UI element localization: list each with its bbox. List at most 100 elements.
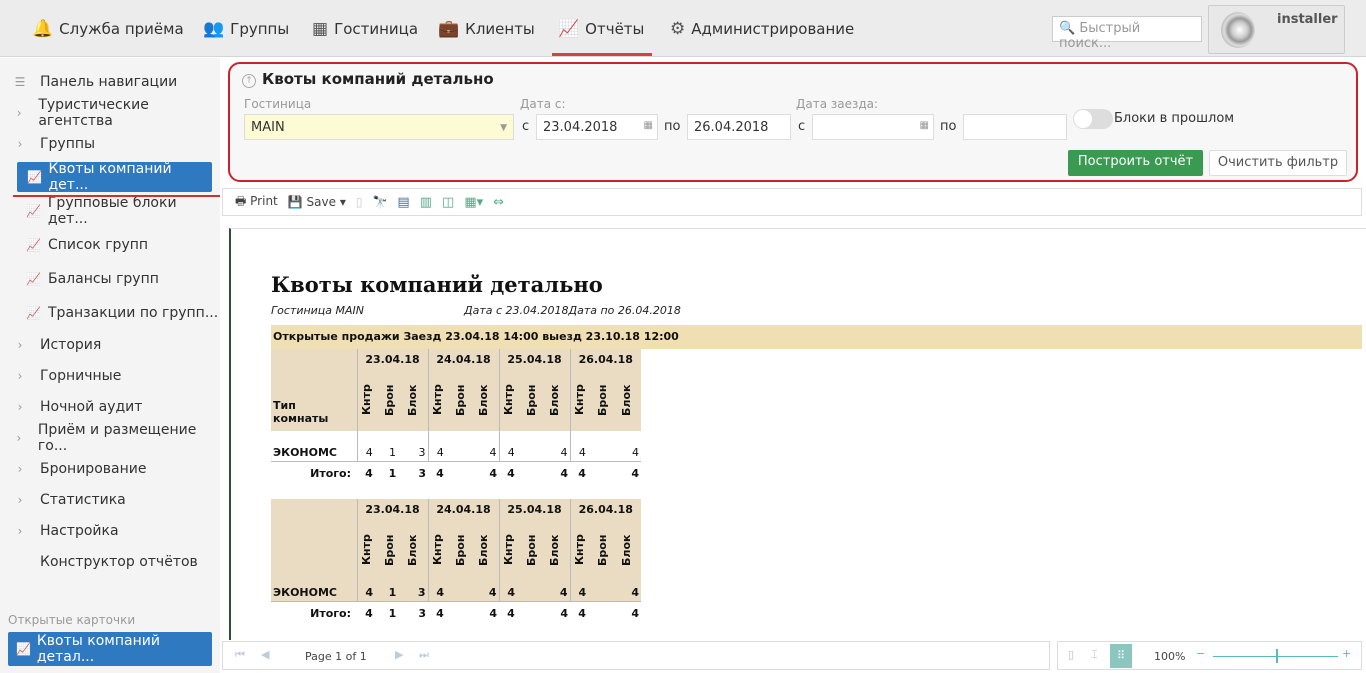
single-page-icon[interactable]: ▤	[397, 195, 409, 210]
sub-col-header: Кнтр	[427, 369, 452, 431]
sub-col-header: Блок	[475, 369, 499, 431]
zoom-in-icon[interactable]: +	[1342, 647, 1351, 660]
sub-col-header: Кнтр	[356, 369, 381, 431]
sidebar-item[interactable]: › Бронирование	[0, 454, 220, 484]
sidebar-item[interactable]: › Настройка	[0, 516, 220, 546]
chevron-right-icon: ›	[17, 369, 23, 383]
clear-filter-button[interactable]: Очистить фильтр	[1209, 150, 1347, 176]
user-menu[interactable]: installer	[1208, 5, 1345, 54]
save-button[interactable]: 💾 Save ▾	[288, 195, 346, 209]
sub-col-label: Кнтр	[572, 534, 586, 566]
row-label: ЭКОНОМС	[273, 585, 337, 599]
fit-width-icon[interactable]: ⇔	[493, 195, 504, 210]
sub-col-label: Брон	[596, 384, 610, 416]
page-indicator: Page 1 of 1	[305, 650, 367, 663]
arrival-to-input[interactable]	[963, 114, 1067, 140]
nav-admin[interactable]: ⚙ Администрирование	[670, 0, 854, 57]
total-cell: 4	[489, 606, 497, 620]
sub-col-header: Брон	[522, 369, 547, 431]
prev-page-icon[interactable]: ◀	[261, 648, 269, 661]
nav-groups[interactable]: 👥 Группы	[203, 0, 289, 57]
open-sales-band: Открытые продажи Заезд 23.04.18 14:00 вы…	[271, 325, 1362, 349]
sidebar-item[interactable]: › Ночной аудит	[0, 392, 220, 422]
build-report-button[interactable]: Построить отчёт	[1068, 150, 1203, 176]
total-cell: 4	[631, 606, 639, 620]
multi-page-view-icon[interactable]: ⠿	[1110, 644, 1132, 668]
multi-page-icon[interactable]: ▦▾	[464, 195, 483, 210]
total-cell: 1	[388, 466, 397, 480]
row-label: ЭКОНОМС	[273, 445, 337, 459]
quick-search-input[interactable]: 🔍 Быстрый поиск...	[1052, 16, 1202, 51]
nav-front-desk[interactable]: 🔔 Служба приёма	[32, 0, 184, 57]
sub-col-header: Брон	[380, 369, 405, 431]
zoom-out-icon[interactable]: −	[1196, 647, 1205, 660]
paste-icon[interactable]: ▯	[356, 195, 363, 209]
blocks-past-toggle[interactable]	[1073, 109, 1113, 129]
find-icon[interactable]: 🔭	[372, 195, 387, 209]
filter-title[interactable]: ↑ Квоты компаний детально	[242, 70, 494, 88]
nav-clients[interactable]: 💼 Клиенты	[438, 0, 535, 57]
quota-table-2: 23.04.18 24.04.18 25.04.18 26.04.18 Кнтр Брон…	[271, 499, 641, 625]
sub-col-label: Блок	[477, 384, 491, 416]
sidebar-item-label: Транзакции по групп...	[48, 305, 219, 321]
sidebar-header[interactable]: ☰ Панель навигации	[0, 67, 220, 97]
sub-col-header: Кнтр	[498, 369, 523, 431]
open-cards-label: Открытые карточки	[8, 613, 136, 627]
sidebar-item[interactable]: 📈 Групповые блоки дет...	[0, 195, 220, 227]
sidebar-item[interactable]: › Туристические агентства	[0, 97, 220, 129]
sub-col-label: Брон	[382, 534, 396, 566]
sub-col-header: Блок	[404, 519, 428, 581]
next-page-icon[interactable]: ▶	[395, 648, 403, 661]
sub-col-label: Кнтр	[501, 534, 515, 566]
cell: 4	[498, 431, 523, 461]
hotel-select[interactable]: MAIN ▼	[244, 114, 514, 140]
sidebar-item-label: Туристические агентства	[38, 97, 149, 129]
sidebar-item[interactable]: Конструктор отчётов	[0, 547, 220, 577]
cell: 3	[417, 585, 426, 599]
sidebar-item-label: Бронирование	[40, 461, 147, 477]
date-from-input[interactable]: 23.04.2018 ▦	[536, 114, 658, 140]
total-cell: 4	[507, 606, 515, 620]
arrival-from-input[interactable]: ▦	[812, 114, 934, 140]
sidebar-item[interactable]: › Статистика	[0, 485, 220, 515]
sidebar-item-label: Групповые блоки дет...	[47, 195, 177, 227]
cell: 1	[388, 585, 397, 599]
sidebar-item[interactable]: › Приём и размещение го...	[0, 422, 220, 454]
nav-hotel[interactable]: ▦ Гостиница	[312, 0, 418, 57]
report-dates: Дата с 23.04.2018Дата по 26.04.2018	[464, 304, 681, 317]
sidebar-item[interactable]: › История	[0, 330, 220, 360]
arrival-label: Дата заезда:	[796, 97, 879, 111]
building-icon: ▦	[312, 18, 329, 39]
sub-col-header: Кнтр	[356, 519, 381, 581]
cell: 4	[489, 445, 497, 459]
cell: 4	[559, 585, 568, 599]
total-cell	[523, 461, 546, 485]
sub-col-label: Блок	[619, 384, 633, 416]
sidebar-item[interactable]: 📈 Балансы групп	[0, 264, 220, 294]
sidebar-item-label: Приём и размещение го...	[37, 422, 197, 454]
sidebar-item[interactable]: 📈 Транзакции по групп...	[0, 298, 220, 328]
print-button[interactable]: 🖶 Print	[235, 192, 278, 213]
zoom-slider-thumb[interactable]	[1275, 649, 1278, 663]
sub-col-label: Блок	[619, 534, 633, 566]
sidebar-item[interactable]: 📈 Квоты компаний дет...	[17, 161, 212, 193]
chevron-right-icon: ›	[17, 338, 23, 352]
date-to-input[interactable]: 26.04.2018	[687, 114, 791, 140]
open-card-tab[interactable]: 📈 Квоты компаний детал...	[8, 632, 212, 666]
one-page-icon[interactable]: ▯	[1068, 648, 1074, 661]
nav-reports[interactable]: 📈 Отчёты	[551, 0, 653, 57]
sidebar-item-label: Горничные	[40, 368, 122, 384]
two-page-icon[interactable]: ◫	[442, 195, 454, 210]
sidebar-item[interactable]: 📈 Список групп	[0, 230, 220, 260]
sidebar-item[interactable]: › Горничные	[0, 361, 220, 391]
active-underline	[13, 195, 220, 197]
continuous-icon[interactable]: ▥	[420, 195, 432, 210]
cell: 4	[488, 585, 497, 599]
cell: 4	[560, 445, 568, 459]
sidebar-item[interactable]: › Группы	[0, 129, 220, 159]
first-page-icon[interactable]: ⏮	[235, 648, 245, 662]
last-page-icon[interactable]: ⏭	[419, 648, 429, 662]
page-width-icon[interactable]: ⌶	[1091, 648, 1098, 662]
filter-panel: ↑ Квоты компаний детально Гостиница MAIN ▼…	[228, 62, 1358, 182]
sub-col-header: Блок	[546, 369, 570, 431]
